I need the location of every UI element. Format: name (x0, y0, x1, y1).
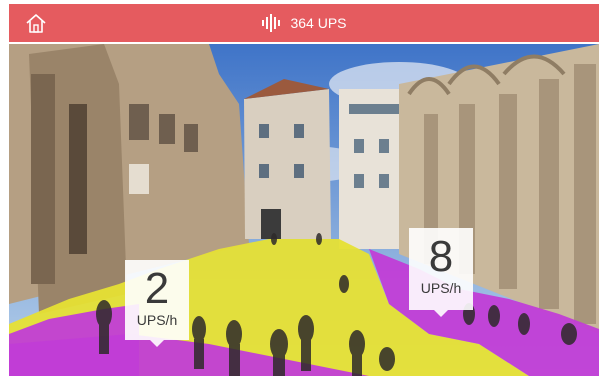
zone-left-unit: UPS/h (136, 312, 178, 328)
pulse-bars-icon (262, 14, 281, 32)
camera-view: 2 UPS/h 8 UPS/h (9, 44, 599, 376)
ups-counter: 364 UPS (9, 4, 599, 42)
zone-right-value: 8 (428, 232, 454, 281)
zone-marker-left: 2 UPS/h (125, 260, 189, 347)
zone-right-unit: UPS/h (420, 280, 462, 296)
street-scene-image (9, 44, 599, 376)
zone-left-value: 2 (144, 264, 170, 313)
top-bar: 364 UPS (9, 4, 599, 42)
zone-marker-right: 8 UPS/h (409, 228, 473, 317)
ups-text: 364 UPS (290, 15, 347, 31)
